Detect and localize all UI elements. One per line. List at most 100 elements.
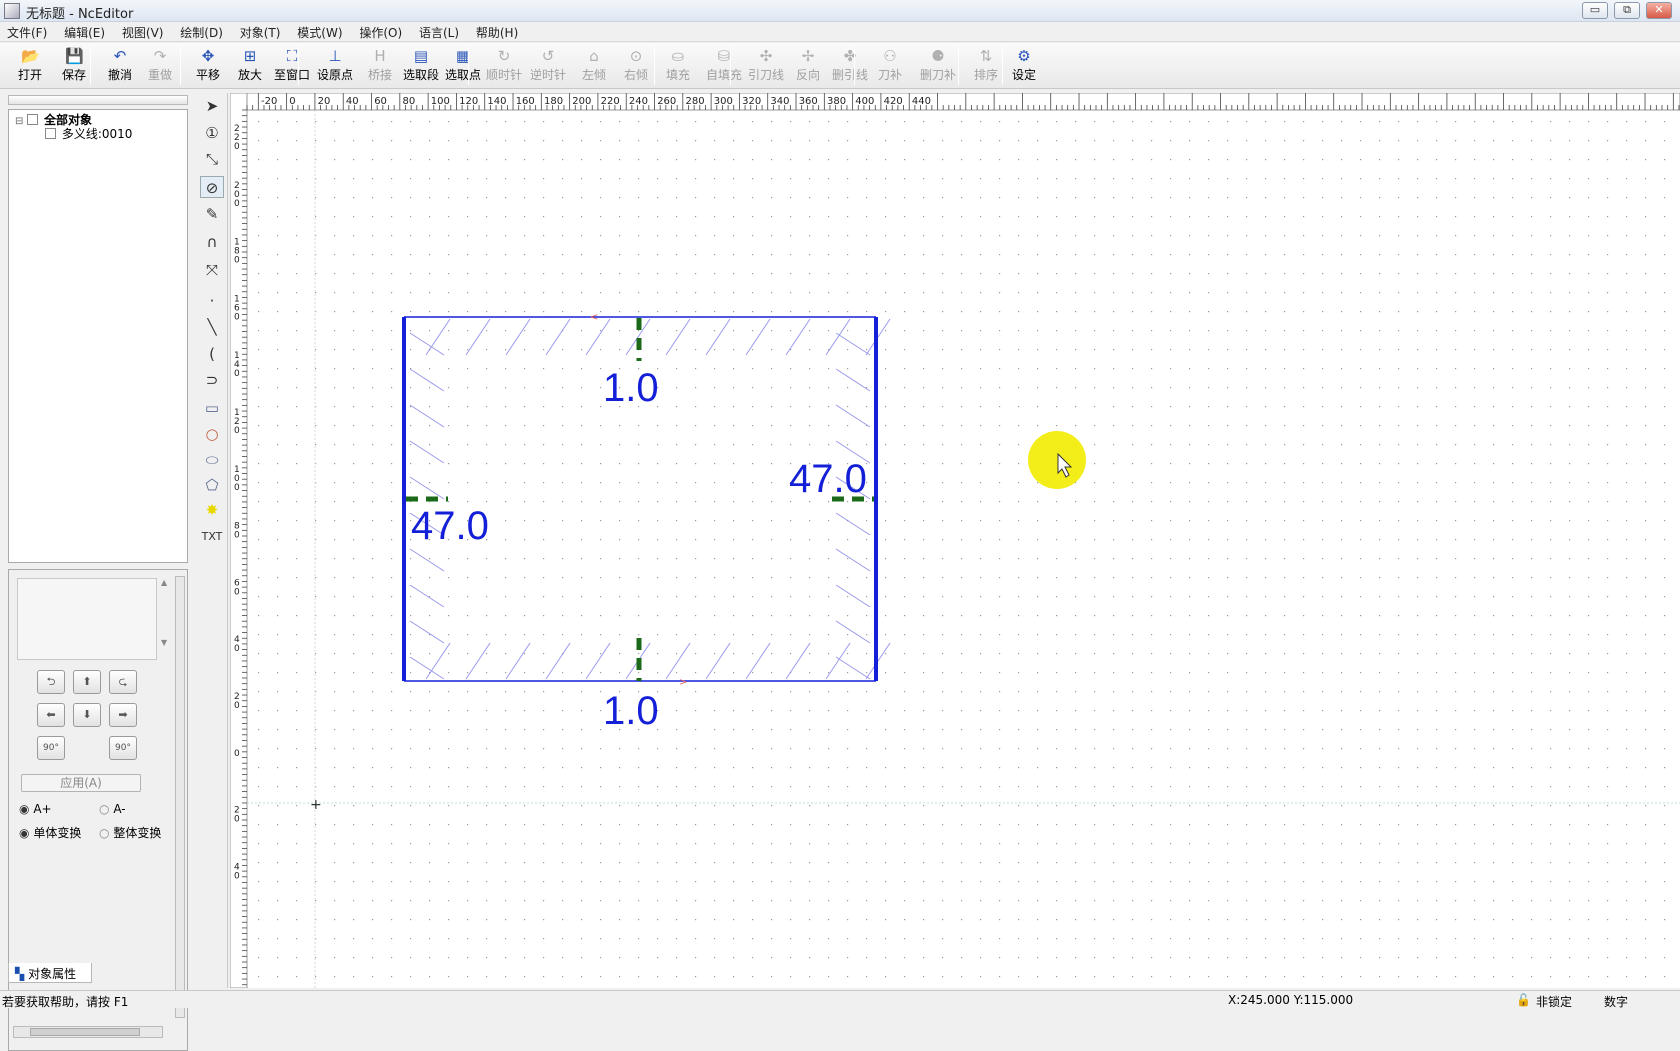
polyline-icon[interactable]: ⊃: [200, 369, 224, 391]
menu-mode[interactable]: 模式(W): [290, 22, 348, 41]
left-ruler-label: 200: [234, 181, 240, 209]
vertical-scrollbar[interactable]: [175, 576, 185, 1018]
point-icon[interactable]: ·: [200, 290, 224, 312]
left-ruler-label: 220: [234, 124, 240, 152]
menu-object[interactable]: 对象(T): [233, 22, 287, 41]
toolbar-label: 撤消: [107, 68, 132, 82]
toolbar-open-folder-button[interactable]: 📂 打开: [10, 45, 50, 87]
toolbar-label: 桥接: [367, 68, 392, 82]
tree-child[interactable]: 多义线:0010: [45, 125, 132, 142]
toolbar-set-origin-button[interactable]: ⊥ 设原点: [312, 45, 358, 87]
node-edit-icon[interactable]: ⤡: [200, 148, 224, 170]
polygon-icon[interactable]: ⬠: [200, 474, 224, 496]
tab-object-properties[interactable]: ▚ 对象属性: [8, 963, 92, 983]
root-checkbox[interactable]: [27, 114, 39, 125]
pencil-icon[interactable]: ✎: [200, 203, 224, 225]
horizontal-scrollbar[interactable]: [13, 1026, 163, 1038]
toolbar-bridge-button[interactable]: H 桥接: [362, 45, 398, 87]
toolbar-separator: [730, 47, 731, 85]
circle-pointer-icon[interactable]: ⊘: [200, 176, 224, 198]
toolbar-reverse-button[interactable]: ✢ 反向: [786, 45, 830, 87]
dim-right: 47.0: [789, 457, 867, 501]
panel-header-bar[interactable]: [8, 95, 188, 105]
toolbar-delete-lead-button[interactable]: ✤ 删引线: [826, 45, 874, 87]
toolbar-label: 自填充: [705, 68, 742, 82]
radio-a-plus[interactable]: ◉ A+: [19, 802, 52, 816]
toolbar-fill-button[interactable]: ⛀ 填充: [656, 45, 700, 87]
top-ruler-label: -20: [261, 96, 277, 107]
toolbar-auto-fill-button[interactable]: ⛁ 自填充: [700, 45, 748, 87]
ruler-digit: 0: [234, 749, 240, 759]
toolbar-select-point-button[interactable]: ▦ 选取点: [440, 45, 486, 87]
magnet-icon[interactable]: ∩: [200, 231, 224, 253]
select-arrow-icon[interactable]: ➤: [200, 95, 224, 117]
apply-button[interactable]: 应用(A): [21, 774, 141, 792]
move-up-button[interactable]: ⬆: [73, 670, 101, 694]
menu-edit[interactable]: 编辑(E): [57, 22, 111, 41]
undo-icon: ↶: [113, 47, 127, 65]
menu-operation[interactable]: 操作(O): [352, 22, 408, 41]
toolbar-lead-line-button[interactable]: ✣ 引刀线: [744, 45, 788, 87]
ruler-digit: 0: [234, 871, 240, 881]
canvas-svg[interactable]: -20 0 20 40 60 80 100 120 140 160 180 200 220 240 260 2…: [230, 93, 1680, 988]
move-left-button[interactable]: ⬅: [37, 703, 65, 727]
collapse-icon[interactable]: ⊟: [15, 116, 23, 127]
toolbar-label: 逆时针: [529, 68, 566, 82]
ruler-digit: 0: [234, 483, 240, 493]
toolbar-label: 刀补: [877, 68, 902, 82]
toolbar-lean-right-button[interactable]: ⊙ 右倾: [614, 45, 658, 87]
toolbar-delete-comp-button[interactable]: ⚈ 删刀补: [914, 45, 962, 87]
toolbar-pan-button[interactable]: ✥ 平移: [188, 45, 228, 87]
left-ruler-label: 100: [234, 465, 240, 493]
menu-view[interactable]: 视图(V): [115, 22, 170, 41]
toolbar-separator: [654, 47, 655, 85]
move-down-button[interactable]: ⬇: [73, 703, 101, 727]
menu-language[interactable]: 语言(L): [412, 22, 465, 41]
arc-icon[interactable]: (: [200, 343, 224, 365]
clockwise-icon: ↻: [497, 47, 511, 65]
toolbar-select-segment-button[interactable]: ▤ 选取段: [398, 45, 444, 87]
radio-single[interactable]: ◉ 单体变换: [19, 824, 81, 841]
radio-whole[interactable]: ○ 整体变换: [99, 824, 161, 841]
transform-icon[interactable]: ⤧: [200, 259, 224, 281]
restore-button[interactable]: ⧉: [1614, 2, 1640, 19]
menu-help[interactable]: 帮助(H): [469, 22, 524, 41]
rectangle-icon[interactable]: ▭: [200, 397, 224, 419]
menu-draw[interactable]: 绘制(D): [173, 22, 229, 41]
child-checkbox[interactable]: [45, 128, 56, 139]
toolbar-fit-window-button[interactable]: ⛶ 至窗口: [270, 45, 314, 87]
rotate-ccw-90-button[interactable]: 90°: [37, 736, 65, 760]
rotate-right-up-button[interactable]: ⮎: [109, 670, 137, 694]
toolbar-zoom-in-button[interactable]: ⊞ 放大: [230, 45, 270, 87]
move-right-button[interactable]: ➡: [109, 703, 137, 727]
scroll-thumb[interactable]: [30, 1028, 140, 1036]
circle-icon[interactable]: ○: [200, 423, 224, 445]
minimize-button[interactable]: ▭: [1582, 2, 1608, 19]
rotate-left-up-button[interactable]: ⮌: [37, 670, 65, 694]
star-icon[interactable]: ✸: [200, 499, 224, 521]
toolbar-settings-gear-button[interactable]: ⚙ 设定: [1004, 45, 1044, 87]
menu-file[interactable]: 文件(F): [0, 22, 53, 41]
number-one-icon[interactable]: ①: [200, 122, 224, 144]
radio-a-minus[interactable]: ○ A-: [99, 802, 126, 816]
text-icon[interactable]: TXT: [200, 526, 224, 548]
toolbar-redo-button[interactable]: ↷ 重做: [140, 45, 180, 87]
cursor-highlight: [1028, 431, 1086, 489]
line-icon[interactable]: ╲: [200, 316, 224, 338]
toolbar-tool-comp-button[interactable]: ⚇ 刀补: [872, 45, 908, 87]
drawing-canvas[interactable]: -20 0 20 40 60 80 100 120 140 160 180 200 220 240 260 2…: [230, 93, 1680, 988]
toolbar-undo-button[interactable]: ↶ 撤消: [98, 45, 142, 87]
toolbar-separator: [958, 47, 959, 85]
ruler-digit: 0: [234, 531, 240, 541]
toolbar-lean-left-button[interactable]: ⌂ 左倾: [572, 45, 616, 87]
ellipse-icon[interactable]: ⬭: [200, 449, 224, 471]
toolbar-label: 保存: [61, 68, 86, 82]
origin-crosshair-icon: +: [310, 797, 322, 813]
toolbar-counterclockwise-button[interactable]: ↺ 逆时针: [526, 45, 570, 87]
top-ruler-label: 80: [403, 96, 416, 107]
toolbar-clockwise-button[interactable]: ↻ 顺时针: [482, 45, 526, 87]
toolbar-label: 至窗口: [273, 68, 310, 82]
close-button[interactable]: ✕: [1646, 2, 1672, 19]
property-scroll[interactable]: ▲ ▼: [161, 578, 171, 660]
rotate-cw-90-button[interactable]: 90°: [109, 736, 137, 760]
